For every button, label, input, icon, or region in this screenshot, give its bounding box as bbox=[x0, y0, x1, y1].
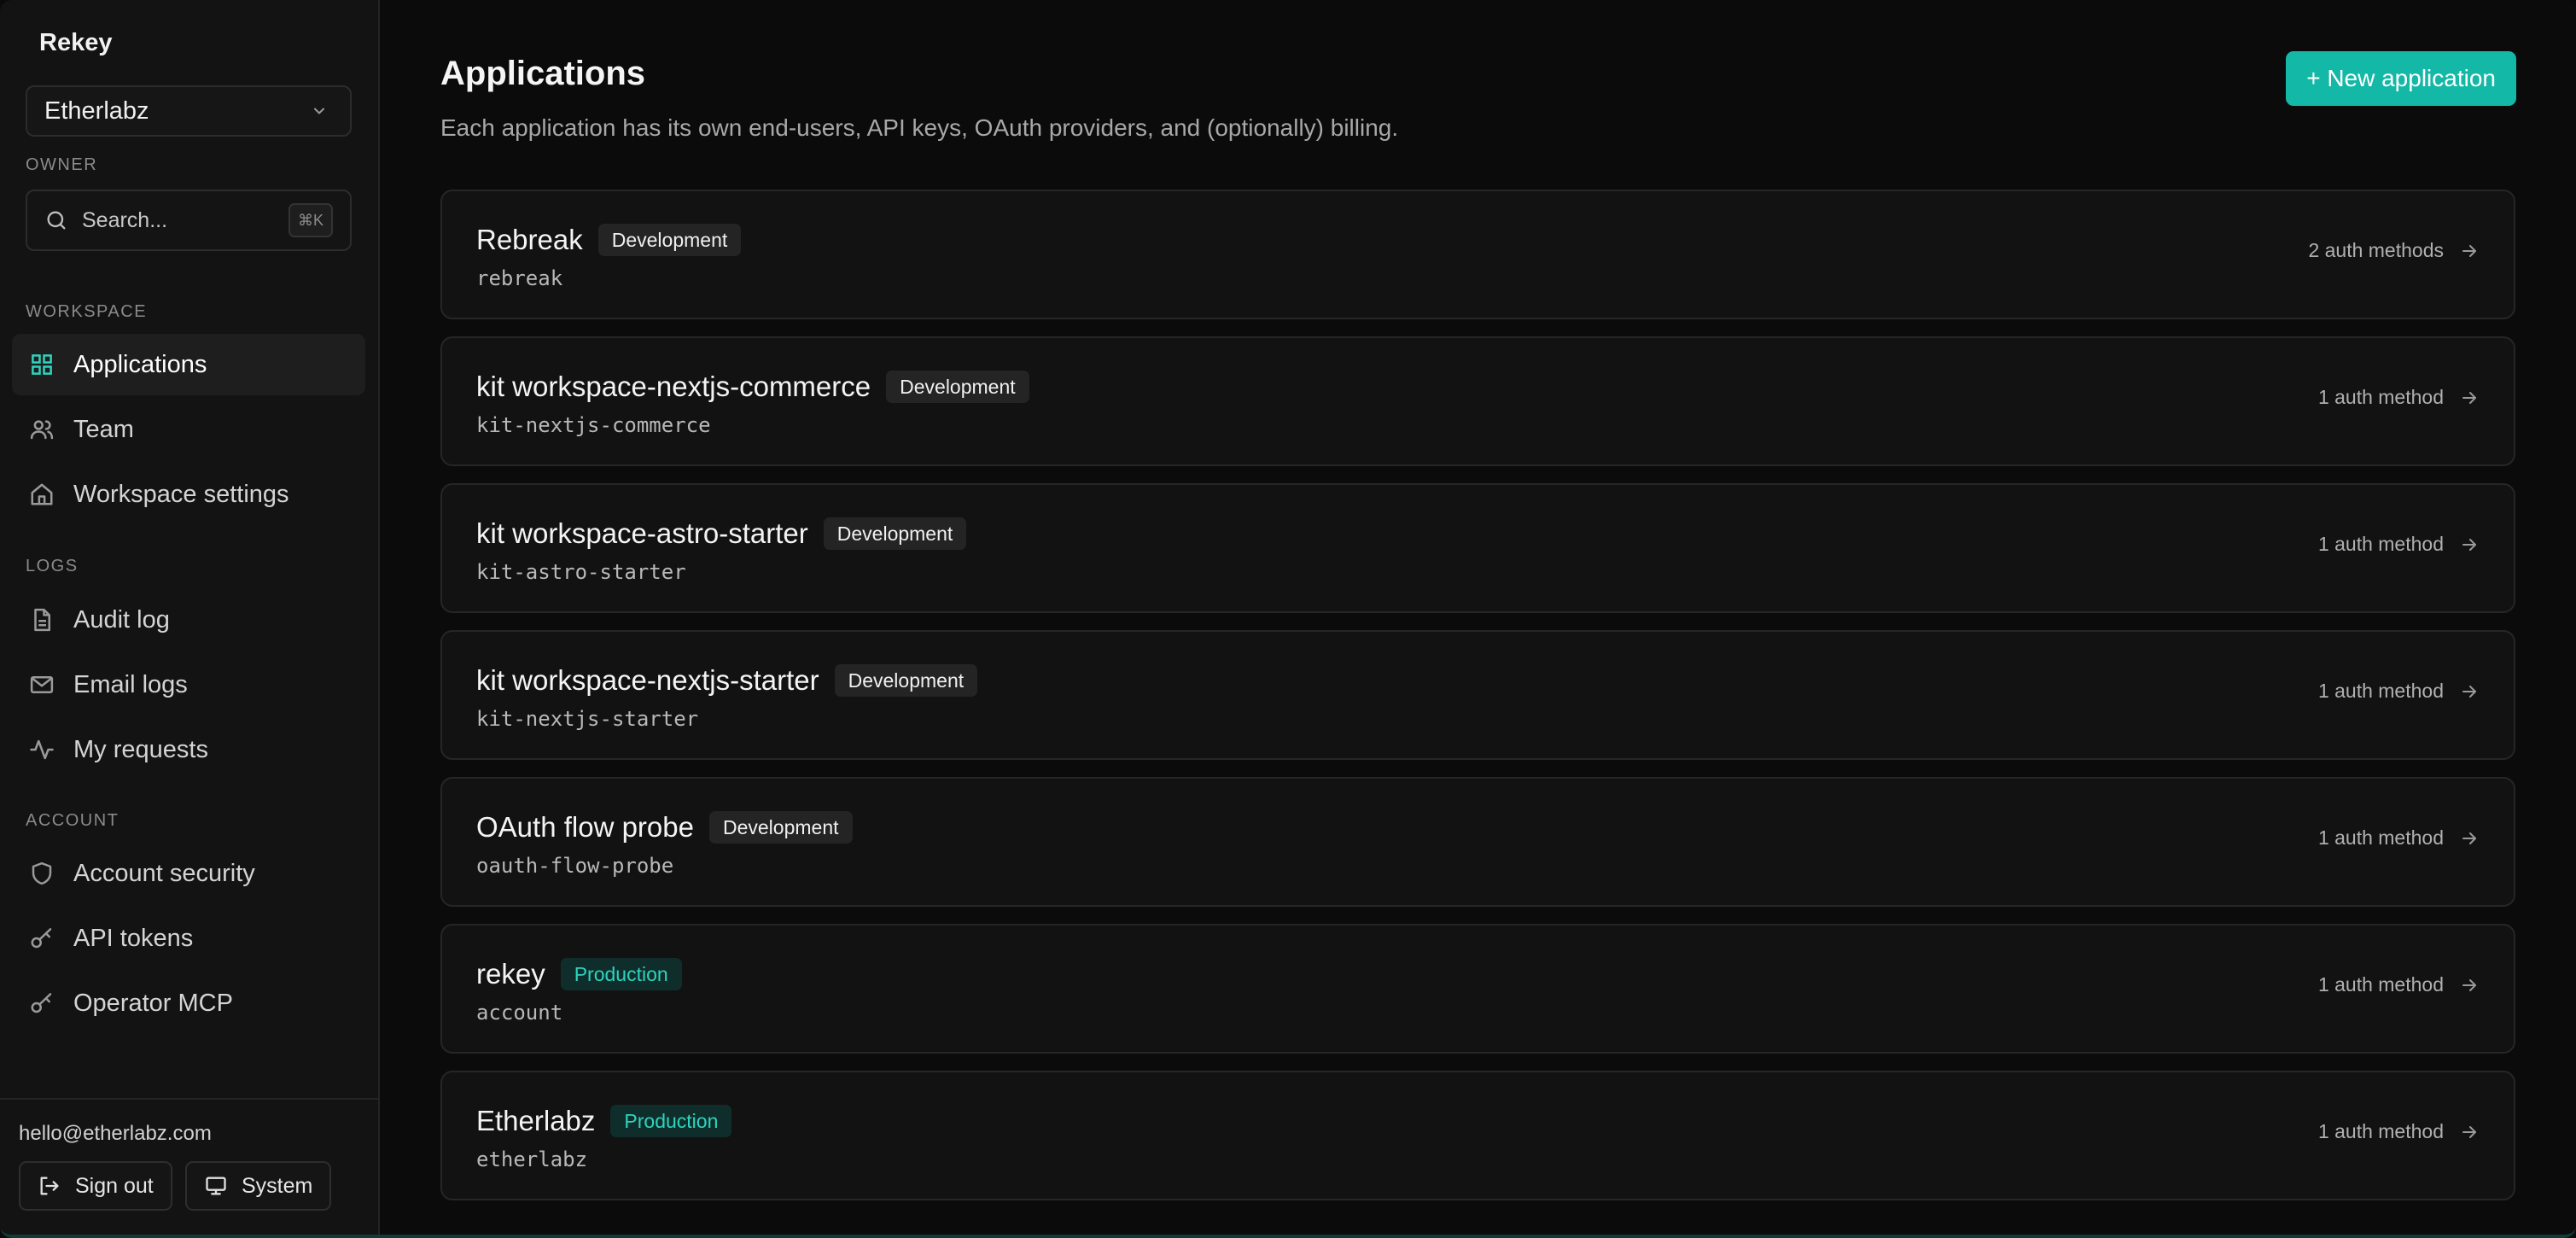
environment-badge: Production bbox=[610, 1105, 732, 1137]
environment-badge: Production bbox=[560, 958, 682, 990]
arrow-right-icon bbox=[2462, 538, 2476, 551]
search-shortcut-badge: ⌘K bbox=[288, 203, 333, 237]
sidebar-item-team[interactable]: Team bbox=[12, 399, 365, 460]
auth-methods-count: 1 auth method bbox=[2317, 680, 2444, 702]
application-card[interactable]: kit workspace-nextjs-commerce Development… bbox=[440, 336, 2515, 466]
application-name: kit workspace-nextjs-commerce bbox=[476, 371, 871, 402]
sidebar-item-label: API tokens bbox=[73, 924, 194, 952]
new-application-button[interactable]: + New application bbox=[2286, 51, 2516, 106]
search-placeholder: Search... bbox=[82, 207, 168, 232]
application-slug: etherlabz bbox=[476, 1147, 588, 1171]
home-icon bbox=[31, 483, 53, 505]
user-email: hello@etherlabz.com bbox=[19, 1122, 212, 1145]
application-slug: account bbox=[476, 1001, 563, 1025]
file-icon bbox=[34, 608, 50, 632]
arrow-right-icon bbox=[2462, 391, 2476, 404]
sidebar-item-label: Workspace settings bbox=[73, 480, 289, 508]
sidebar-item-account-security[interactable]: Account security bbox=[12, 843, 365, 904]
application-name: kit workspace-nextjs-starter bbox=[476, 664, 819, 696]
brand-name: Rekey bbox=[39, 29, 113, 56]
application-card[interactable]: Etherlabz Production etherlabz 1 auth met… bbox=[440, 1071, 2515, 1200]
activity-icon bbox=[30, 739, 54, 760]
environment-badge: Development bbox=[708, 811, 853, 844]
app-window: Rekey Etherlabz OWNER Search... ⌘K WORKS… bbox=[0, 0, 2576, 1238]
sidebar-item-audit-log[interactable]: Audit log bbox=[12, 589, 365, 651]
sidebar-item-my-requests[interactable]: My requests bbox=[12, 719, 365, 780]
sidebar-item-api-tokens[interactable]: API tokens bbox=[12, 908, 365, 969]
shield-icon bbox=[32, 861, 52, 885]
auth-methods-count: 1 auth method bbox=[2317, 826, 2444, 849]
auth-methods-count: 1 auth method bbox=[2317, 533, 2444, 555]
environment-badge: Development bbox=[597, 224, 742, 256]
application-card[interactable]: Rebreak Development rebreak 2 auth method… bbox=[440, 190, 2515, 319]
sidebar-item-applications[interactable]: Applications bbox=[12, 334, 365, 395]
sidebar-item-operator-mcp[interactable]: Operator MCP bbox=[12, 972, 365, 1034]
application-slug: kit-nextjs-commerce bbox=[476, 413, 711, 437]
auth-methods-count: 1 auth method bbox=[2317, 386, 2444, 408]
logs-label: LOGS bbox=[26, 557, 79, 575]
application-name: Rebreak bbox=[476, 224, 583, 255]
sidebar-item-label: Applications bbox=[73, 350, 207, 378]
sidebar-item-label: Operator MCP bbox=[73, 989, 233, 1017]
key-icon bbox=[31, 928, 52, 949]
application-slug: oauth-flow-probe bbox=[476, 854, 674, 878]
arrow-right-icon bbox=[2462, 1125, 2476, 1138]
application-card[interactable]: rekey Production account 1 auth method bbox=[440, 924, 2515, 1054]
environment-badge: Development bbox=[886, 371, 1029, 403]
application-card[interactable]: kit workspace-astro-starter Development k… bbox=[440, 483, 2515, 613]
workspace-label: WORKSPACE bbox=[26, 302, 148, 321]
application-slug: rebreak bbox=[476, 266, 563, 290]
environment-badge: Development bbox=[834, 664, 978, 697]
sign-out-icon bbox=[40, 1177, 59, 1195]
theme-label: System bbox=[242, 1173, 313, 1198]
arrow-right-icon bbox=[2462, 832, 2476, 844]
application-card[interactable]: kit workspace-nextjs-starter Development … bbox=[440, 630, 2515, 760]
org-selector[interactable]: Etherlabz bbox=[26, 85, 352, 137]
main-content: Applications Each application has its ow… bbox=[380, 0, 2576, 1235]
sidebar-item-label: Email logs bbox=[73, 670, 188, 698]
arrow-right-icon bbox=[2462, 244, 2476, 257]
application-slug: kit-nextjs-starter bbox=[476, 707, 699, 731]
application-name: rekey bbox=[476, 958, 545, 990]
sidebar-item-label: My requests bbox=[73, 735, 208, 763]
auth-methods-count: 1 auth method bbox=[2317, 1120, 2444, 1142]
monitor-icon bbox=[206, 1177, 226, 1195]
chevron-down-icon bbox=[314, 108, 324, 114]
sidebar-footer: hello@etherlabz.com Sign out System bbox=[0, 1098, 378, 1235]
account-label: ACCOUNT bbox=[26, 811, 119, 830]
page-subtitle: Each application has its own end-users, … bbox=[440, 114, 1399, 141]
sign-out-label: Sign out bbox=[75, 1173, 154, 1198]
search-icon bbox=[47, 211, 66, 230]
application-name: OAuth flow probe bbox=[476, 811, 694, 843]
environment-badge: Development bbox=[823, 517, 967, 550]
sidebar-item-label: Team bbox=[73, 415, 134, 443]
sign-out-button[interactable]: Sign out bbox=[19, 1161, 172, 1211]
auth-methods-count: 1 auth method bbox=[2317, 973, 2444, 996]
arrow-right-icon bbox=[2462, 978, 2476, 991]
page-title: Applications bbox=[440, 55, 646, 92]
application-name: Etherlabz bbox=[476, 1105, 596, 1136]
application-slug: kit-astro-starter bbox=[476, 560, 686, 584]
users-icon bbox=[30, 420, 54, 440]
org-name: Etherlabz bbox=[44, 96, 149, 125]
mail-icon bbox=[30, 676, 54, 693]
application-card[interactable]: OAuth flow probe Development oauth-flow-p… bbox=[440, 777, 2515, 907]
application-name: kit workspace-astro-starter bbox=[476, 517, 808, 549]
key-icon bbox=[31, 993, 52, 1013]
grid-icon bbox=[32, 354, 52, 375]
search-input[interactable]: Search... ⌘K bbox=[26, 190, 352, 251]
sidebar-item-label: Audit log bbox=[73, 605, 170, 634]
owner-label: OWNER bbox=[26, 155, 98, 174]
auth-methods-count: 2 auth methods bbox=[2308, 239, 2444, 261]
theme-button[interactable]: System bbox=[185, 1161, 332, 1211]
sidebar-item-email-logs[interactable]: Email logs bbox=[12, 654, 365, 715]
sidebar-item-label: Account security bbox=[73, 859, 255, 887]
sidebar-item-workspace-settings[interactable]: Workspace settings bbox=[12, 464, 365, 525]
arrow-right-icon bbox=[2462, 685, 2476, 698]
sidebar: Rekey Etherlabz OWNER Search... ⌘K WORKS… bbox=[0, 0, 380, 1235]
